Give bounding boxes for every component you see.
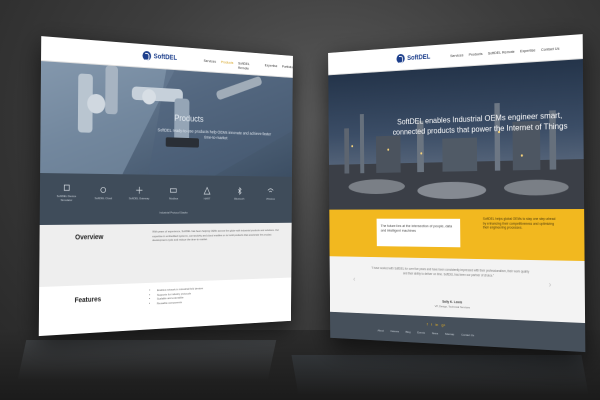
footer-link[interactable]: News: [432, 331, 438, 335]
robot-arm-image: [40, 61, 293, 177]
product-tile-label: Bluetooth: [234, 196, 245, 201]
nav-item[interactable]: Contact Us: [541, 46, 560, 52]
social-links: f t in g+: [427, 322, 446, 328]
logo-text: SoftDEL: [407, 53, 431, 62]
footer-link[interactable]: Sitemap: [445, 332, 454, 336]
product-tile[interactable]: Bluetooth: [230, 186, 249, 200]
product-tile[interactable]: SoftDEL Device Simulator: [55, 183, 77, 202]
nav-item[interactable]: SoftDEL Remote: [488, 49, 515, 56]
main-nav: Services Products SoftDEL Remote Experti…: [450, 46, 559, 58]
intro-band: The future lies at the intersection of p…: [329, 209, 585, 262]
home-page-mockup: SoftDEL Services Products SoftDEL Remote…: [328, 34, 586, 353]
product-tile[interactable]: HART: [197, 186, 217, 200]
product-tile-label: Wireless: [266, 196, 275, 201]
overview-section: Overview With years of experience, SoftD…: [39, 222, 292, 288]
modbus-icon: [170, 186, 178, 194]
logo-text: SoftDEL: [153, 53, 178, 62]
reflection: [291, 355, 589, 395]
product-tile[interactable]: SoftDEL Gateway: [128, 185, 150, 200]
hero-title: Products: [174, 113, 204, 124]
logo[interactable]: SoftDEL: [396, 52, 430, 64]
nav-item[interactable]: Products: [469, 51, 483, 57]
product-tile-label: SoftDEL Device Simulator: [56, 193, 77, 202]
features-section: Features Enables network in industrial f…: [38, 277, 292, 337]
product-tile-label: SoftDEL Gateway: [128, 195, 150, 200]
facebook-icon[interactable]: f: [427, 322, 428, 327]
robot-icon: [62, 183, 70, 192]
product-tile-label[interactable]: Industrial Protocol Stacks: [159, 211, 187, 224]
nav-item[interactable]: Portfolio: [282, 64, 293, 74]
footer-link[interactable]: Contact Us: [461, 333, 474, 337]
testimonial-quote: "I have worked with SoftDEL for over fiv…: [371, 266, 530, 278]
twitter-icon[interactable]: t: [431, 322, 432, 327]
nav-item[interactable]: Expertise: [265, 63, 278, 73]
features-title: Features: [74, 296, 102, 305]
reflection: [17, 340, 277, 380]
product-tile-label: HART: [203, 196, 211, 200]
nav-item[interactable]: Services: [204, 58, 216, 68]
product-tile[interactable]: Modbus: [164, 186, 184, 200]
product-tile-label: SoftDEL Cloud: [94, 195, 113, 200]
features-list: Enables network in industrial field devi…: [152, 283, 289, 306]
googleplus-icon[interactable]: g+: [442, 322, 446, 327]
footer-link[interactable]: Blog: [406, 330, 411, 334]
overview-text: With years of experience, SoftDEL has be…: [152, 228, 279, 243]
cloud-icon: [99, 185, 107, 194]
footer-link[interactable]: About: [377, 329, 383, 333]
logo[interactable]: SoftDEL: [142, 50, 178, 63]
nav-item[interactable]: Services: [450, 52, 463, 58]
gateway-icon: [135, 185, 143, 194]
logo-icon: [142, 50, 152, 61]
linkedin-icon[interactable]: in: [435, 322, 438, 327]
wireless-icon: [267, 187, 274, 195]
hero-banner: Products SoftDEL ready-to-use products h…: [40, 61, 293, 177]
product-icons-row: SoftDEL Device Simulator SoftDEL Cloud S…: [39, 173, 293, 212]
products-page-mockup: SoftDEL Services Products SoftDEL Remote…: [38, 36, 293, 337]
overview-title: Overview: [75, 234, 104, 242]
chevron-left-icon[interactable]: ‹: [353, 275, 355, 283]
footer-link[interactable]: Events: [417, 331, 425, 335]
nav-item-products[interactable]: Products: [221, 59, 234, 69]
footer-link[interactable]: Careers: [390, 329, 399, 333]
chevron-right-icon[interactable]: ›: [549, 280, 552, 289]
bluetooth-icon: [236, 186, 243, 194]
product-tile-label: Modbus: [169, 196, 179, 200]
testimonial-role: VP, Design, Technical Services: [434, 304, 470, 310]
future-card: The future lies at the intersection of p…: [376, 218, 461, 248]
product-tile[interactable]: Wireless: [261, 187, 279, 201]
main-nav: Services Products SoftDEL Remote Experti…: [204, 58, 293, 73]
footer-nav: About Careers Blog Events News Sitemap C…: [377, 329, 474, 338]
nav-item[interactable]: SoftDEL Remote: [238, 61, 260, 72]
hart-icon: [203, 186, 210, 194]
nav-item[interactable]: Expertise: [520, 47, 535, 53]
intro-text: SoftDEL helps global OEMs to stay one st…: [482, 216, 556, 230]
hero-banner: SoftDEL enables Industrial OEMs engineer…: [328, 59, 585, 210]
logo-icon: [396, 53, 405, 64]
product-tile[interactable]: SoftDEL Cloud: [93, 185, 115, 200]
